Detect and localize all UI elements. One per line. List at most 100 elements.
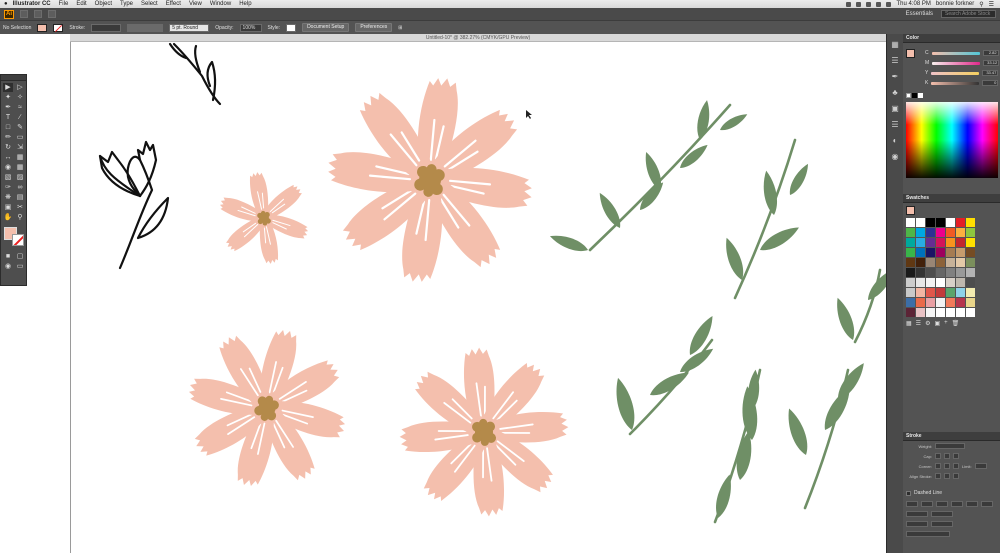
leaf[interactable] — [863, 265, 886, 304]
leaf-sprig[interactable] — [720, 138, 813, 300]
swatch[interactable] — [916, 228, 925, 237]
swatch[interactable] — [966, 238, 975, 247]
flower[interactable] — [314, 64, 547, 297]
swatch[interactable] — [906, 298, 915, 307]
free-transform-tool-icon[interactable]: ▦ — [15, 153, 25, 162]
swatch[interactable] — [966, 228, 975, 237]
swatch[interactable] — [906, 228, 915, 237]
stroke-weight-input[interactable] — [91, 23, 122, 32]
leaf-sprig[interactable] — [611, 313, 718, 436]
swatch[interactable] — [926, 288, 935, 297]
leaf[interactable] — [595, 190, 625, 231]
new-color-group-icon[interactable]: ▣ — [934, 320, 940, 327]
menu-app-name[interactable]: Illustrator CC — [13, 1, 51, 7]
swatch[interactable] — [956, 288, 965, 297]
swatch[interactable] — [956, 278, 965, 287]
gap-2-field[interactable] — [951, 501, 963, 507]
stroke-limit-field[interactable] — [974, 463, 987, 469]
scale-tool-icon[interactable]: ⇲ — [15, 143, 25, 152]
round-join-button[interactable] — [944, 463, 950, 469]
column-graph-tool-icon[interactable]: ▤ — [15, 193, 25, 202]
lasso-tool-icon[interactable]: ✧ — [15, 93, 25, 102]
transparency-icon[interactable]: ◐ — [890, 135, 901, 146]
swatch[interactable] — [936, 228, 945, 237]
variable-width-profile[interactable] — [127, 23, 164, 32]
swatch[interactable] — [916, 258, 925, 267]
black-swatch[interactable] — [912, 93, 917, 98]
sprig-stem[interactable] — [733, 138, 797, 300]
start-arrowhead-select[interactable] — [906, 511, 928, 517]
align-outside-button[interactable] — [953, 473, 959, 479]
swatch[interactable] — [956, 238, 965, 247]
hand-tool-icon[interactable]: ✋ — [3, 213, 13, 222]
swatch[interactable] — [926, 248, 935, 257]
blend-tool-icon[interactable]: ∞ — [15, 183, 25, 192]
swatch[interactable] — [916, 278, 925, 287]
libraries-icon[interactable]: ▦ — [890, 39, 901, 50]
paintbrush-tool-icon[interactable]: ✎ — [15, 123, 25, 132]
leaf[interactable] — [712, 472, 736, 520]
preferences-button[interactable]: Preferences — [355, 23, 393, 32]
leaf[interactable] — [831, 295, 859, 343]
swatch[interactable] — [936, 268, 945, 277]
pen-tool-icon[interactable]: ✒ — [3, 103, 13, 112]
swatch[interactable] — [946, 248, 955, 257]
leaf-sprig[interactable] — [782, 359, 869, 510]
swatch[interactable] — [966, 258, 975, 267]
dash-1-field[interactable] — [906, 501, 918, 507]
menu-type[interactable]: Type — [120, 1, 133, 7]
eraser-tool-icon[interactable]: ▭ — [15, 133, 25, 142]
color-panel-tab[interactable]: Color — [903, 34, 1000, 43]
swatch[interactable] — [956, 268, 965, 277]
gpu-icon[interactable] — [48, 10, 56, 18]
opacity-label[interactable]: Opacity: — [215, 25, 233, 31]
artboard-canvas[interactable] — [0, 42, 886, 553]
stroke-label[interactable]: Stroke: — [69, 25, 85, 31]
swatch[interactable] — [926, 238, 935, 247]
swatch[interactable] — [966, 248, 975, 257]
symbol-sprayer-tool-icon[interactable]: ❋ — [3, 193, 13, 202]
swatch[interactable] — [926, 298, 935, 307]
type-tool-icon[interactable]: T — [3, 113, 13, 122]
leaf[interactable] — [611, 375, 639, 432]
swatch[interactable] — [916, 308, 925, 317]
flower[interactable] — [393, 341, 576, 524]
direct-selection-tool-icon[interactable]: ▷ — [15, 83, 25, 92]
brush-definition[interactable]: 5 pt. Round — [169, 23, 210, 32]
swatch[interactable] — [926, 308, 935, 317]
color-mode-icon[interactable]: ■ — [3, 252, 13, 261]
swatch[interactable] — [956, 258, 965, 267]
swatch[interactable] — [936, 308, 945, 317]
swatch[interactable] — [946, 298, 955, 307]
swatch[interactable] — [906, 308, 915, 317]
swatch[interactable] — [936, 218, 945, 227]
screen-mode-icon[interactable]: ▭ — [15, 262, 25, 271]
slice-tool-icon[interactable]: ✂ — [15, 203, 25, 212]
properties-icon[interactable]: ☰ — [890, 55, 901, 66]
magenta-slider[interactable] — [932, 61, 981, 65]
dropbox-icon[interactable] — [846, 1, 852, 7]
swatch[interactable] — [956, 218, 965, 227]
show-kinds-icon[interactable]: ☰ — [916, 320, 921, 327]
volume-icon[interactable] — [876, 1, 882, 7]
swatch[interactable] — [916, 218, 925, 227]
graphic-styles-icon[interactable]: ▣ — [890, 103, 901, 114]
opacity-input[interactable]: 100% — [239, 23, 262, 32]
wifi-icon[interactable] — [866, 1, 872, 7]
menu-help[interactable]: Help — [239, 1, 251, 7]
draw-mode-icon[interactable]: ◉ — [3, 262, 13, 271]
swatch[interactable] — [966, 268, 975, 277]
fill-color-swatch[interactable] — [37, 23, 48, 32]
swatch-options-icon[interactable]: ⚙ — [925, 320, 930, 327]
layers-icon[interactable]: ☰ — [890, 119, 901, 130]
swatch[interactable] — [936, 298, 945, 307]
swatch[interactable] — [956, 308, 965, 317]
gradient-tool-icon[interactable]: ▨ — [15, 173, 25, 182]
butt-cap-button[interactable] — [935, 453, 941, 459]
align-inside-button[interactable] — [944, 473, 950, 479]
swatch[interactable] — [926, 268, 935, 277]
flower[interactable] — [169, 310, 366, 507]
swatch[interactable] — [916, 268, 925, 277]
yellow-slider[interactable] — [931, 71, 980, 75]
swatch[interactable] — [946, 278, 955, 287]
